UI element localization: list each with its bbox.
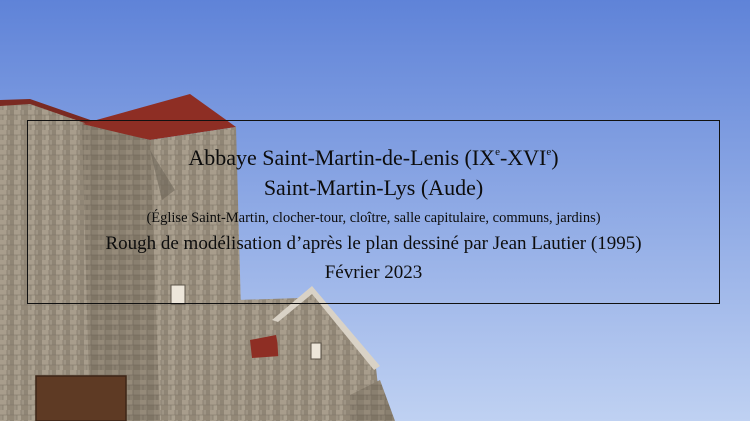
title-abbey-name: Abbaye Saint-Martin-de-Lenis (IXe-XVIe) xyxy=(188,145,559,170)
title-components: (Église Saint-Martin, clocher-tour, cloî… xyxy=(146,210,601,226)
title-date: Février 2023 xyxy=(324,262,423,283)
title-credit: Rough de modélisation d’après le plan de… xyxy=(105,233,642,254)
gable-tower-window xyxy=(310,342,322,360)
wooden-door xyxy=(35,375,127,421)
title-card: Abbaye Saint-Martin-de-Lenis (IXe-XVIe) … xyxy=(27,120,720,304)
title-location: Saint-Martin-Lys (Aude) xyxy=(263,175,484,200)
